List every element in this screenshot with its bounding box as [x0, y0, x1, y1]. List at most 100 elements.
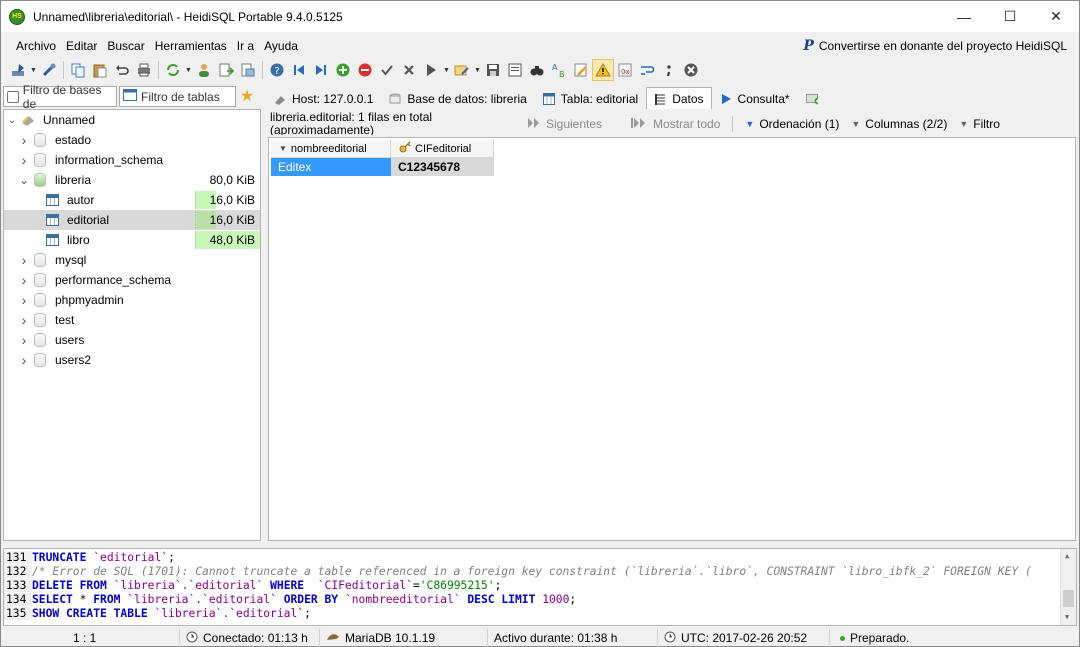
explain-icon[interactable] [451, 59, 473, 81]
menu-ir-a[interactable]: Ir a [232, 39, 259, 53]
expand-arrow-icon[interactable]: › [19, 152, 29, 168]
tree-item-autor[interactable]: autor 16,0 KiB [4, 190, 260, 210]
columns-button[interactable]: ▼ Columnas (2/2) [847, 117, 951, 131]
replace-icon[interactable]: AB [548, 59, 570, 81]
disconnect-icon[interactable] [38, 59, 60, 81]
collapse-arrow-icon[interactable]: ⌄ [19, 173, 29, 187]
grid-cell-nombreeditorial[interactable]: Editex [271, 158, 391, 176]
close-button[interactable]: ✕ [1033, 1, 1079, 32]
maximize-button[interactable]: ☐ [987, 1, 1033, 32]
tree-item-users[interactable]: › users [4, 330, 260, 350]
add-icon[interactable] [332, 59, 354, 81]
tab-query[interactable]: Consulta* [712, 87, 798, 109]
save-icon[interactable] [482, 59, 504, 81]
menu-ayuda[interactable]: Ayuda [259, 39, 303, 53]
menu-buscar[interactable]: Buscar [102, 39, 149, 53]
sort-button[interactable]: ▼ Ordenación (1) [741, 117, 843, 131]
print-icon[interactable] [133, 59, 155, 81]
tree-item-phpmyadmin[interactable]: › phpmyadmin [4, 290, 260, 310]
column-header-cifeditorial[interactable]: CIFeditorial [391, 140, 494, 158]
minimize-button[interactable]: — [941, 1, 987, 32]
refresh-icon[interactable] [162, 59, 184, 81]
tree-item-libro[interactable]: libro 48,0 KiB [4, 230, 260, 250]
stop-icon[interactable] [680, 59, 702, 81]
warning-icon[interactable] [592, 59, 614, 81]
explain-dropdown-icon[interactable]: ▼ [473, 59, 482, 81]
grid-cell-cifeditorial[interactable]: C12345678 [391, 158, 494, 176]
tree-item-performance-schema[interactable]: › performance_schema [4, 270, 260, 290]
table-filter-input[interactable]: Filtro de tablas [119, 86, 236, 107]
expand-arrow-icon[interactable]: › [19, 292, 29, 308]
menu-archivo[interactable]: Archivo [11, 39, 61, 53]
wrap-icon[interactable] [636, 59, 658, 81]
expand-arrow-icon[interactable]: › [19, 312, 29, 328]
next-rows-button[interactable]: Siguientes [523, 117, 606, 132]
show-all-button[interactable]: Mostrar todo [626, 117, 724, 132]
tab-data[interactable]: Datos [646, 87, 712, 109]
tree-root-unnamed[interactable]: ⌄ Unnamed [4, 110, 260, 130]
binocular-icon[interactable] [526, 59, 548, 81]
help-icon[interactable]: ? [266, 59, 288, 81]
edit-icon[interactable] [570, 59, 592, 81]
tree-item-test[interactable]: › test [4, 310, 260, 330]
host-icon [274, 93, 286, 105]
users-icon[interactable] [193, 59, 215, 81]
sql-token: DELETE FROM [32, 578, 107, 592]
scroll-down-icon[interactable]: ▼ [1065, 613, 1069, 621]
nullval-icon[interactable]: 0x [614, 59, 636, 81]
menu-herramientas[interactable]: Herramientas [150, 39, 232, 53]
tree-item-estado[interactable]: › estado [4, 130, 260, 150]
tree-item-libreria[interactable]: ⌄ libreria 80,0 KiB [4, 170, 260, 190]
sql-log-scrollbar[interactable]: ▲ ▼ [1060, 549, 1076, 625]
load-icon[interactable] [504, 59, 526, 81]
expand-arrow-icon[interactable]: › [19, 352, 29, 368]
expand-arrow-icon[interactable]: › [19, 252, 29, 268]
export-icon[interactable] [215, 59, 237, 81]
apply-icon[interactable] [376, 59, 398, 81]
menu-editar[interactable]: Editar [61, 39, 102, 53]
database-filter-input[interactable]: Filtro de bases de [3, 83, 117, 111]
first-icon[interactable] [288, 59, 310, 81]
copy-icon[interactable] [67, 59, 89, 81]
tree-item-mysql[interactable]: › mysql [4, 250, 260, 270]
donate-link[interactable]: P Convertirse en donante del proyecto He… [803, 35, 1067, 57]
database-icon [34, 333, 46, 347]
connect-icon[interactable] [7, 59, 29, 81]
column-header-nombreeditorial[interactable]: ▼ nombreeditorial [271, 140, 391, 158]
title-bar: HS Unnamed\libreria\editorial\ - HeidiSQ… [1, 1, 1079, 32]
undo-icon[interactable] [111, 59, 133, 81]
last-icon[interactable] [310, 59, 332, 81]
clock-icon [186, 631, 198, 646]
refresh-dropdown-icon[interactable]: ▼ [184, 59, 193, 81]
tab-table[interactable]: Tabla: editorial [535, 87, 646, 109]
scroll-thumb[interactable] [1063, 590, 1074, 607]
connect-dropdown-icon[interactable]: ▼ [29, 59, 38, 81]
run-dropdown-icon[interactable]: ▼ [442, 59, 451, 81]
data-icon [654, 93, 666, 105]
expand-arrow-icon[interactable]: › [19, 132, 29, 148]
semicolon-icon[interactable] [658, 59, 680, 81]
sql-log[interactable]: 131 TRUNCATE `editorial`; 132/* Error de S… [3, 548, 1077, 626]
line-number: 135 [4, 606, 32, 620]
new-query-tab-button[interactable] [798, 87, 826, 109]
expand-arrow-icon[interactable]: › [19, 332, 29, 348]
tree-item-users2[interactable]: › users2 [4, 350, 260, 370]
utc-clock-icon [664, 631, 676, 646]
database-icon [34, 273, 46, 287]
sql-token: `editorial` [93, 550, 169, 564]
expand-arrow-icon[interactable]: › [19, 272, 29, 288]
favorites-star-icon[interactable]: ★ [237, 86, 257, 106]
cancel-icon[interactable] [398, 59, 420, 81]
sql-token: 'C86995215' [419, 578, 495, 592]
scroll-up-icon[interactable]: ▲ [1065, 552, 1069, 560]
import-icon[interactable] [237, 59, 259, 81]
tree-item-information-schema[interactable]: › information_schema [4, 150, 260, 170]
paste-icon[interactable] [89, 59, 111, 81]
filter-button[interactable]: ▼ Filtro [955, 117, 1004, 131]
tab-database[interactable]: Base de datos: libreria [381, 87, 534, 109]
tree-item-editorial[interactable]: editorial 16,0 KiB [4, 210, 260, 230]
delete-icon[interactable] [354, 59, 376, 81]
collapse-arrow-icon[interactable]: ⌄ [7, 115, 17, 126]
run-icon[interactable] [420, 59, 442, 81]
tab-host[interactable]: Host: 127.0.0.1 [266, 87, 381, 109]
